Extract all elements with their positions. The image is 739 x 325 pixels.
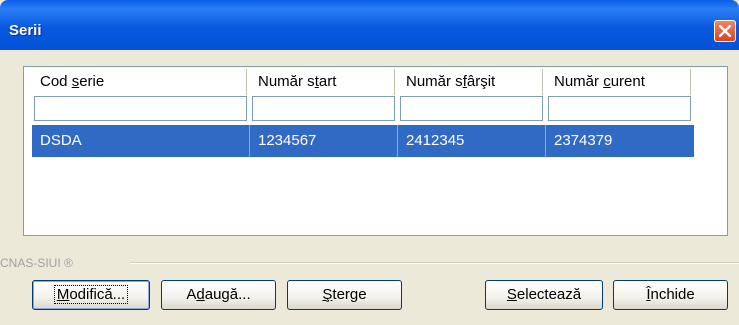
group-label: CNAS-SIUI ® (0, 256, 79, 270)
column-header-numar-curent[interactable]: Număr curent (548, 69, 691, 95)
window-title: Serii (9, 22, 42, 39)
cell-numar-start: 1234567 (250, 125, 398, 157)
inchide-button[interactable]: Închide (613, 280, 728, 310)
column-header-numar-start[interactable]: Număr start (252, 69, 395, 95)
filter-numar-curent[interactable] (548, 96, 691, 121)
filter-numar-sfarsit[interactable] (400, 96, 543, 121)
close-icon (719, 25, 731, 37)
cell-numar-curent: 2374379 (554, 132, 613, 149)
filter-numar-start[interactable] (252, 96, 395, 121)
sterge-button[interactable]: Şterge (287, 280, 402, 310)
cell-cod-serie: DSDA (32, 125, 250, 157)
adauga-button[interactable]: Adaugă... (161, 280, 276, 310)
cell-numar-sfarsit: 2412345 (398, 125, 546, 157)
close-button[interactable] (714, 20, 736, 42)
column-header-cod-serie[interactable]: Cod serie (34, 69, 247, 95)
title-bar (0, 0, 739, 50)
column-header-numar-sfarsit[interactable]: Număr sfârşit (400, 69, 543, 95)
group-divider (130, 262, 739, 264)
filter-cod-serie[interactable] (34, 96, 247, 121)
modifica-button[interactable]: Modifică... (32, 280, 150, 310)
selecteaza-button[interactable]: Selectează (485, 280, 603, 310)
